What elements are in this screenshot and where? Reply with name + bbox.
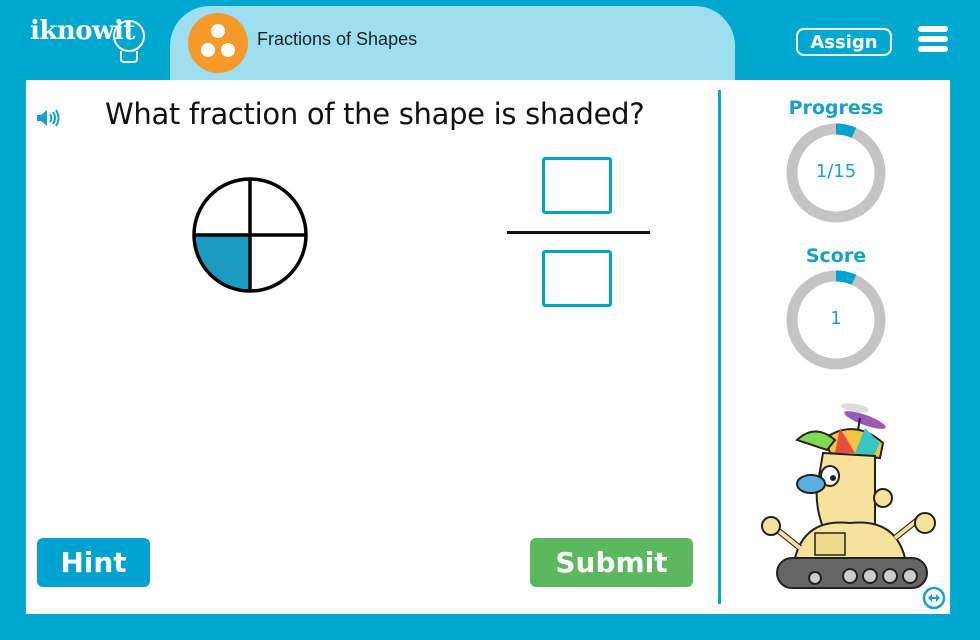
- progress-value: 1/15: [815, 161, 857, 182]
- sidebar-divider: [718, 90, 721, 604]
- assign-button[interactable]: Assign: [796, 28, 892, 56]
- numerator-input[interactable]: [542, 157, 612, 214]
- lesson-title-tab: [170, 6, 735, 86]
- progress-label: Progress: [788, 97, 884, 119]
- fraction-circle-shape: [192, 177, 308, 293]
- robot-mascot: [761, 403, 936, 589]
- fraction-bar: [507, 231, 650, 234]
- hint-button[interactable]: Hint: [37, 538, 150, 587]
- expand-horizontal-icon[interactable]: [922, 586, 946, 610]
- hamburger-menu-icon[interactable]: [918, 26, 948, 54]
- speaker-icon[interactable]: [36, 108, 62, 128]
- question-text: What fraction of the shape is shaded?: [105, 97, 645, 131]
- three-dots-circle-icon: [188, 13, 248, 73]
- score-label: Score: [805, 245, 867, 267]
- submit-button[interactable]: Submit: [530, 538, 693, 587]
- lesson-title: Fractions of Shapes: [257, 29, 418, 49]
- denominator-input[interactable]: [542, 250, 612, 307]
- lightbulb-base-icon: [120, 51, 138, 63]
- lightbulb-icon: [113, 20, 145, 52]
- score-value: 1: [830, 308, 842, 329]
